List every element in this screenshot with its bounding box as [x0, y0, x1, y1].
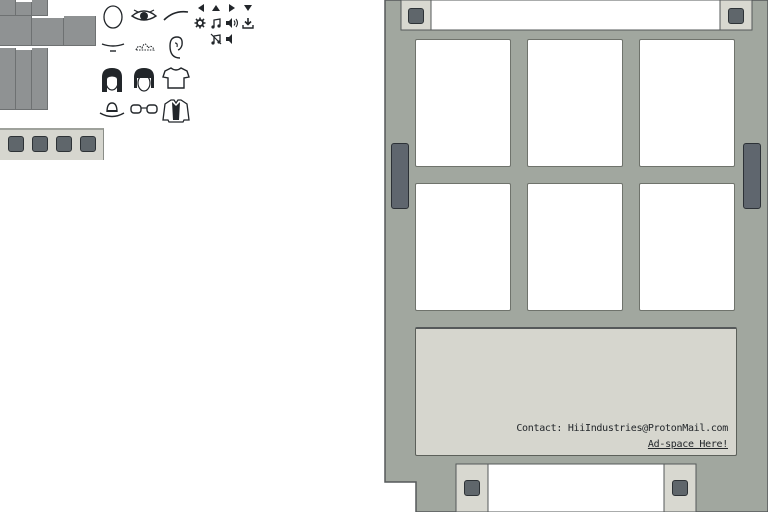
- left-side-handle[interactable]: [391, 143, 409, 209]
- bottom-right-tab-button[interactable]: [672, 480, 688, 496]
- top-right-tab-button[interactable]: [728, 8, 744, 24]
- right-side-handle[interactable]: [743, 143, 761, 209]
- card-slot-3[interactable]: [639, 39, 735, 167]
- card-slot-1[interactable]: [415, 39, 511, 167]
- top-left-tab-button[interactable]: [408, 8, 424, 24]
- sprite-sheet-page: Contact: HiiIndustries@ProtonMail.com Ad…: [0, 0, 768, 512]
- card-slot-6[interactable]: [639, 183, 735, 311]
- bottom-left-tab-button[interactable]: [464, 480, 480, 496]
- card-slot-2[interactable]: [527, 39, 623, 167]
- ad-space-link[interactable]: Ad-space Here!: [648, 439, 728, 450]
- ad-panel: Contact: HiiIndustries@ProtonMail.com Ad…: [415, 327, 737, 456]
- card-slot-4[interactable]: [415, 183, 511, 311]
- contact-text: Contact: HiiIndustries@ProtonMail.com: [516, 423, 728, 434]
- card-slot-5[interactable]: [527, 183, 623, 311]
